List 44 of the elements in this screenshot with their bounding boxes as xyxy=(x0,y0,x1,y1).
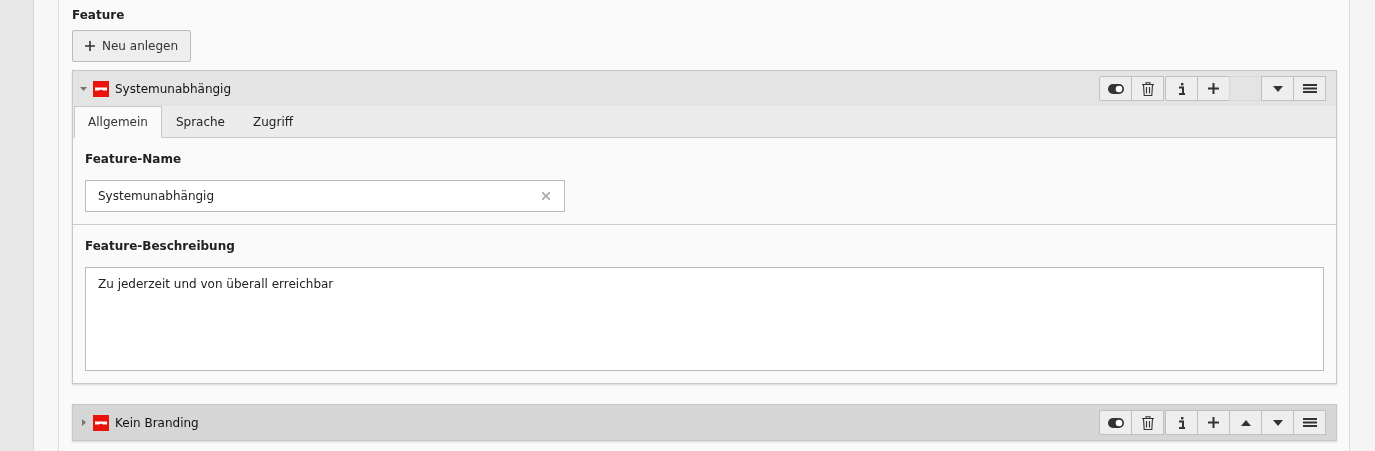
drag-button[interactable] xyxy=(1293,76,1326,101)
info-icon xyxy=(1177,416,1186,429)
add-button[interactable] xyxy=(1197,410,1230,435)
plus-icon xyxy=(85,41,95,51)
record-header[interactable]: Kein Branding xyxy=(73,405,1336,440)
drag-button[interactable] xyxy=(1293,410,1326,435)
record-header[interactable]: Systemunabhängig xyxy=(73,71,1336,106)
up-button[interactable] xyxy=(1229,410,1262,435)
mask-icon xyxy=(93,80,109,97)
toggle-icon xyxy=(1107,83,1124,94)
record-title: Kein Branding xyxy=(115,415,199,430)
down-triangle-icon xyxy=(1272,419,1283,426)
section-title: Feature xyxy=(72,8,126,24)
menu-icon xyxy=(1302,418,1317,427)
add-button[interactable] xyxy=(1197,76,1230,101)
down-triangle-icon xyxy=(1272,85,1283,92)
field-label: Feature-Beschreibung xyxy=(85,239,236,253)
info-icon xyxy=(1177,82,1186,95)
down-button[interactable] xyxy=(1261,76,1294,101)
delete-button[interactable] xyxy=(1131,410,1164,435)
info-button[interactable] xyxy=(1165,410,1198,435)
tab[interactable]: Zugriff xyxy=(239,106,307,138)
trash-icon xyxy=(1141,415,1154,430)
plus-icon xyxy=(1208,83,1219,94)
textarea-field[interactable]: Zu jederzeit und von überall erreichbar xyxy=(85,267,1324,371)
trash-icon xyxy=(1141,81,1154,96)
input-field[interactable]: Systemunabhängig xyxy=(85,180,565,212)
caret-icon[interactable] xyxy=(80,419,87,426)
delete-button[interactable] xyxy=(1131,76,1164,101)
toggle-button[interactable] xyxy=(1099,410,1132,435)
toggle-icon xyxy=(1107,417,1124,428)
record-title: Systemunabhängig xyxy=(115,81,232,96)
caret-icon[interactable] xyxy=(80,85,87,92)
menu-icon xyxy=(1302,84,1317,93)
toggle-button[interactable] xyxy=(1099,76,1132,101)
new-button[interactable]: Neu anlegen xyxy=(72,30,192,62)
tab[interactable]: Allgemein xyxy=(74,106,162,138)
tab[interactable]: Sprache xyxy=(161,106,239,138)
down-button[interactable] xyxy=(1261,410,1294,435)
plus-icon xyxy=(1208,417,1219,428)
mask-icon xyxy=(93,414,109,431)
field-label: Feature-Name xyxy=(85,152,183,166)
up-triangle-icon xyxy=(1240,419,1251,426)
info-button[interactable] xyxy=(1165,76,1198,101)
